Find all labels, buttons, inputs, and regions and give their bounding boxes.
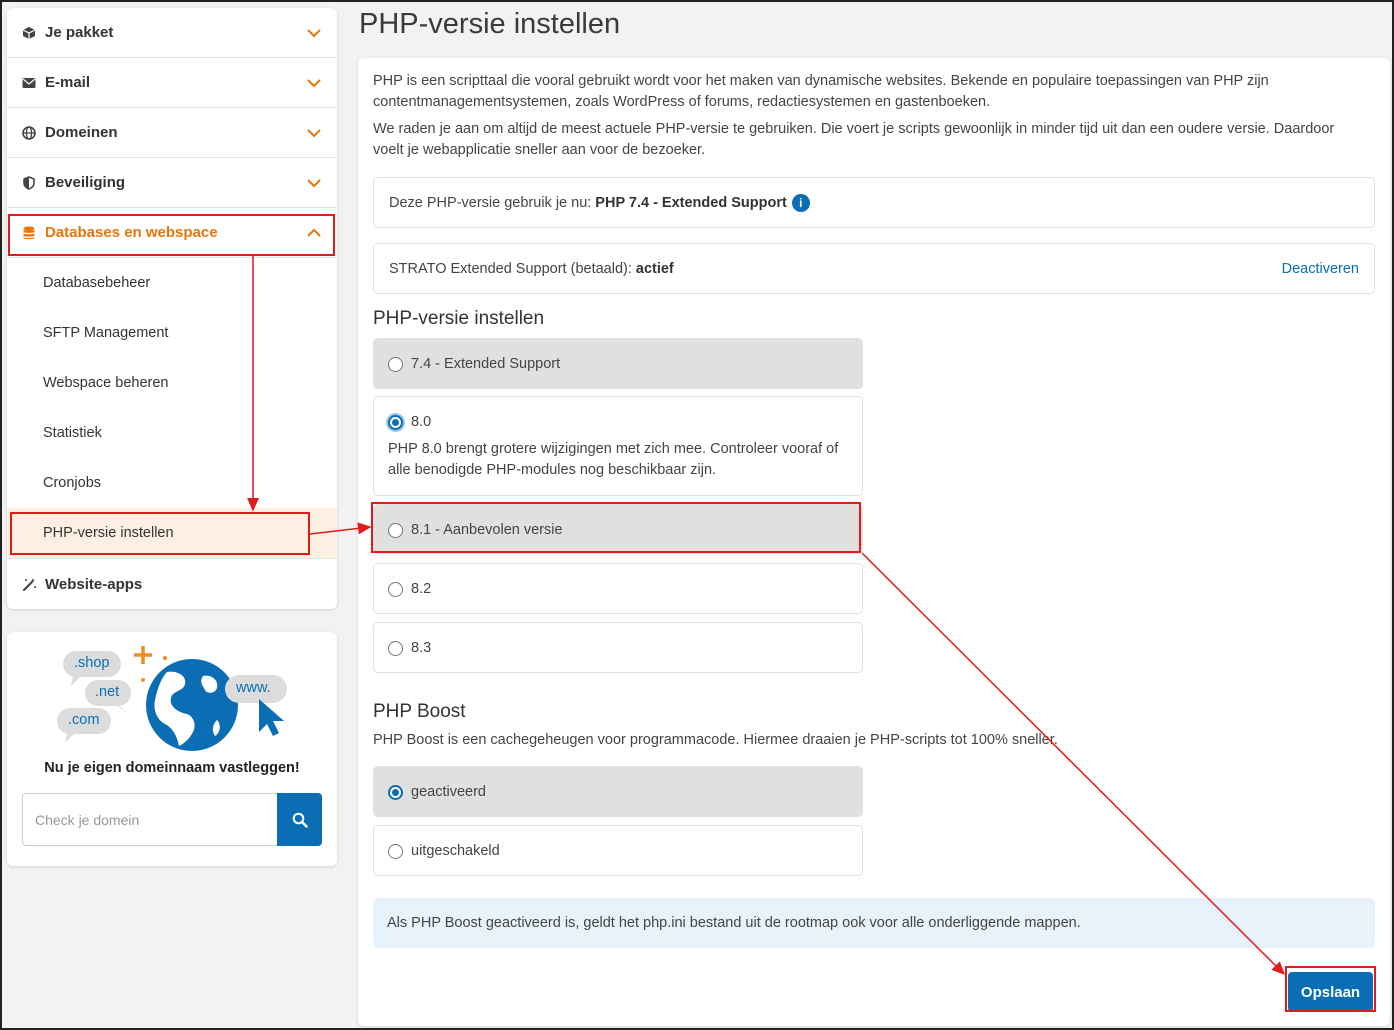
sidebar-item-je-pakket[interactable]: Je pakket: [7, 8, 337, 58]
sidebar-item-label: Databases en webspace: [45, 224, 218, 241]
php-version-option-7-4[interactable]: 7.4 - Extended Support: [373, 338, 863, 389]
save-button[interactable]: Opslaan: [1288, 972, 1373, 1012]
sidebar-item-label: E-mail: [45, 74, 91, 91]
radio-button-selected[interactable]: [388, 414, 403, 430]
envelope-icon: [21, 75, 37, 91]
option-label: 8.3: [411, 640, 432, 656]
php-version-option-8-3[interactable]: 8.3: [373, 622, 863, 673]
current-php-version-box: Deze PHP-versie gebruik je nu: PHP 7.4 -…: [373, 177, 1375, 228]
option-label: 8.1 - Aanbevolen versie: [411, 522, 563, 538]
domain-search-input[interactable]: [22, 793, 277, 846]
bubble-shop: .shop: [74, 655, 110, 671]
option-label: geactiveerd: [411, 784, 486, 800]
option-label: 8.2: [411, 581, 432, 597]
radio-button[interactable]: [388, 581, 403, 597]
bubble-net: .net: [95, 684, 120, 700]
info-icon[interactable]: i: [791, 193, 810, 212]
page-title: PHP-versie instellen: [359, 8, 621, 40]
sidebar-item-domeinen[interactable]: Domeinen: [7, 108, 337, 158]
support-label: STRATO Extended Support (betaald):: [389, 260, 632, 277]
option-label: uitgeschakeld: [411, 843, 500, 859]
boost-option-geactiveerd[interactable]: geactiveerd: [373, 766, 863, 817]
sidebar-item-label: Domeinen: [45, 124, 118, 141]
chevron-down-icon: [307, 125, 321, 142]
sidebar-item-databases-en-webspace[interactable]: Databases en webspace: [7, 208, 337, 258]
php-boost-title: PHP Boost: [373, 701, 466, 722]
radio-button[interactable]: [388, 522, 403, 538]
radio-button-selected[interactable]: [388, 784, 403, 800]
option-description: PHP 8.0 brengt grotere wijzigingen met z…: [388, 441, 839, 478]
boost-option-uitgeschakeld[interactable]: uitgeschakeld: [373, 825, 863, 876]
database-icon: [21, 225, 37, 241]
bubble-com: .com: [68, 712, 100, 728]
sidebar-item-label: Beveiliging: [45, 174, 126, 191]
shield-icon: [21, 175, 37, 191]
sidebar-subitem-webspace-beheren[interactable]: Webspace beheren: [7, 358, 337, 408]
domain-illustration: [57, 646, 287, 751]
php-boost-description: PHP Boost is een cachegeheugen voor prog…: [373, 732, 1058, 748]
radio-button[interactable]: [388, 640, 403, 656]
sidebar-nav: Je pakket E-mail Domeinen Beveiliging Da…: [7, 8, 337, 609]
sidebar-subitem-statistiek[interactable]: Statistiek: [7, 408, 337, 458]
option-label: 8.0: [411, 414, 432, 430]
chevron-down-icon: [307, 75, 321, 92]
chevron-down-icon: [307, 25, 321, 42]
radio-button[interactable]: [388, 843, 403, 859]
option-label: 7.4 - Extended Support: [411, 356, 561, 372]
php-version-option-8-1[interactable]: 8.1 - Aanbevolen versie: [373, 504, 863, 554]
boost-info-note: Als PHP Boost geactiveerd is, geldt het …: [373, 898, 1375, 948]
sidebar-subitem-sftp-management[interactable]: SFTP Management: [7, 308, 337, 358]
sidebar-subitem-databasebeheer[interactable]: Databasebeheer: [7, 258, 337, 308]
chevron-up-icon: [307, 225, 321, 242]
package-icon: [21, 25, 37, 41]
bubble-www: www.: [236, 680, 271, 696]
sidebar-item-website-apps[interactable]: Website-apps: [7, 559, 337, 609]
domain-search-button[interactable]: [277, 793, 322, 846]
globe-icon: [21, 125, 37, 141]
sidebar-item-label: Je pakket: [45, 24, 114, 41]
php-version-section-title: PHP-versie instellen: [373, 308, 545, 329]
domain-promo-card: .shop .net .com www. Nu je eigen domeinn…: [7, 632, 337, 866]
search-icon: [292, 812, 308, 828]
extended-support-box: STRATO Extended Support (betaald): actie…: [373, 243, 1375, 294]
sidebar-item-beveiliging[interactable]: Beveiliging: [7, 158, 337, 208]
current-version-label: Deze PHP-versie gebruik je nu:: [389, 194, 592, 211]
php-settings-card: PHP is een scripttaal die vooral gebruik…: [358, 58, 1390, 1026]
chevron-down-icon: [307, 175, 321, 192]
deactivate-link[interactable]: Deactiveren: [1282, 261, 1359, 277]
sidebar-subitem-cronjobs[interactable]: Cronjobs: [7, 458, 337, 508]
promo-title: Nu je eigen domeinnaam vastleggen!: [44, 760, 300, 776]
support-status: actief: [635, 260, 674, 277]
intro-paragraph-1: PHP is een scripttaal die vooral gebruik…: [373, 73, 1269, 110]
sidebar-item-email[interactable]: E-mail: [7, 58, 337, 108]
php-version-option-8-0[interactable]: 8.0 PHP 8.0 brengt grotere wijzigingen m…: [373, 396, 863, 496]
magic-wand-icon: [21, 576, 37, 592]
sidebar-subitem-php-versie-instellen[interactable]: PHP-versie instellen: [7, 508, 337, 558]
php-version-option-8-2[interactable]: 8.2: [373, 563, 863, 614]
radio-button[interactable]: [388, 356, 403, 372]
sidebar-submenu: Databasebeheer SFTP Management Webspace …: [7, 258, 337, 559]
sidebar-item-label: Website-apps: [45, 575, 143, 593]
current-version-value: PHP 7.4 - Extended Support: [595, 194, 787, 211]
intro-paragraph-2: We raden je aan om altijd de meest actue…: [373, 121, 1335, 158]
